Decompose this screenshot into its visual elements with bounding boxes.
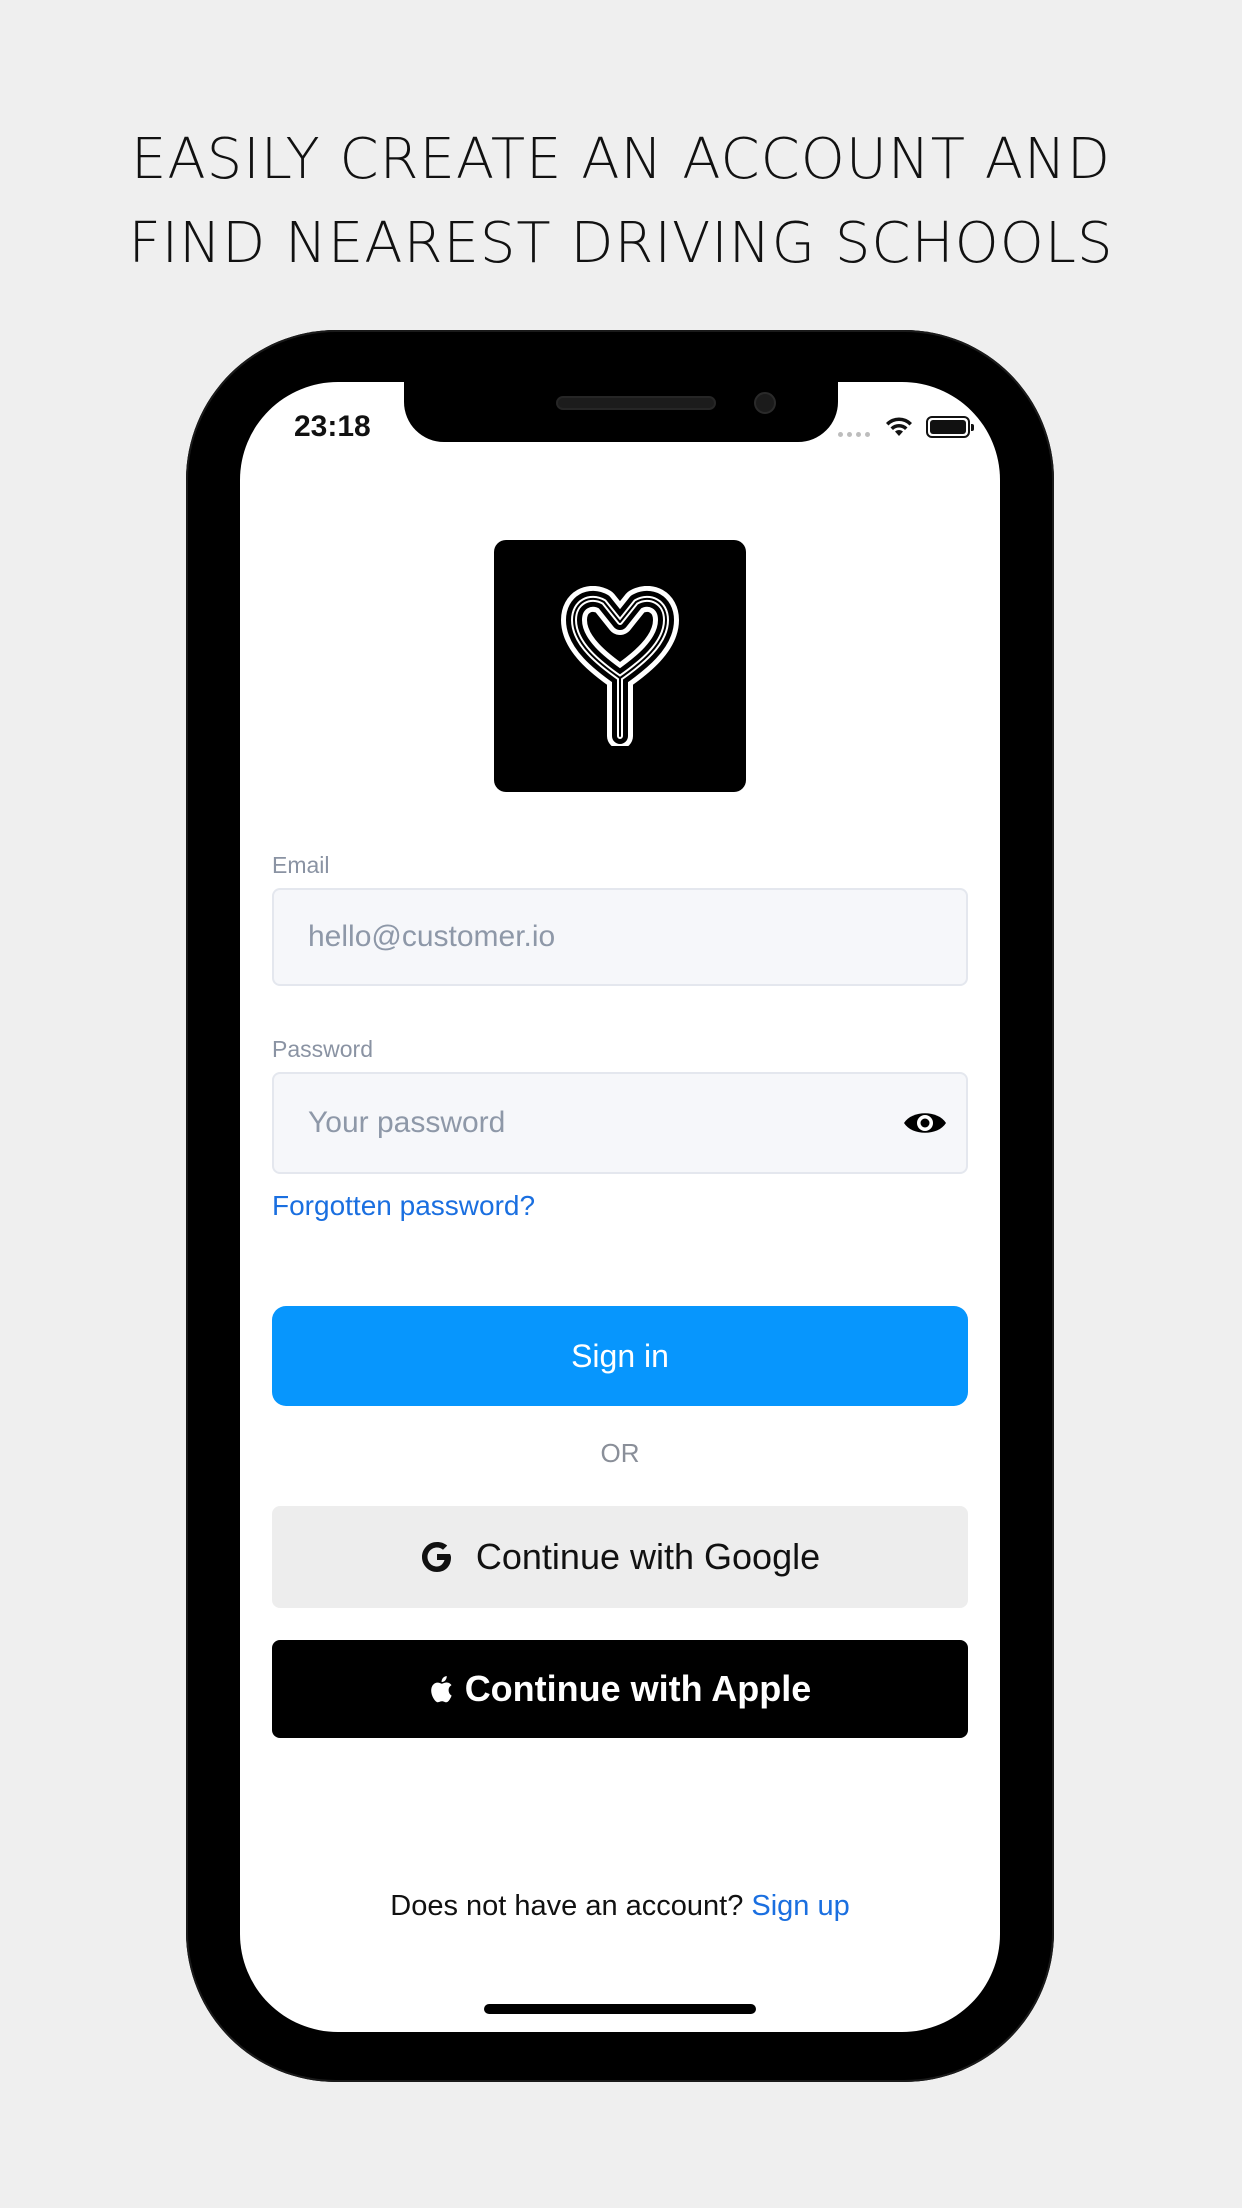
battery-icon: [926, 416, 974, 438]
cellular-signal-icon: [838, 417, 870, 437]
phone-notch: [404, 382, 838, 442]
forgot-password-link[interactable]: Forgotten password?: [272, 1190, 535, 1222]
speaker-grille: [556, 396, 716, 410]
headline-line-2: FIND NEAREST DRIVING SCHOOLS: [128, 211, 1114, 276]
password-placeholder: Your password: [308, 1106, 506, 1139]
eye-icon[interactable]: [902, 1108, 948, 1138]
email-placeholder: hello@customer.io: [308, 920, 556, 953]
apple-signin-button[interactable]: Continue with Apple: [272, 1640, 968, 1738]
google-signin-button[interactable]: Continue with Google: [272, 1506, 968, 1608]
wifi-icon: [886, 417, 912, 436]
headline-line-1: EASILY CREATE AN ACCOUNT AND: [130, 127, 1112, 192]
sign-up-link[interactable]: Sign up: [751, 1890, 849, 1922]
sign-in-button[interactable]: Sign in: [272, 1306, 968, 1406]
signup-prompt: Does not have an account? Sign up: [240, 1890, 1000, 1923]
signup-prompt-text: Does not have an account?: [390, 1890, 744, 1922]
password-label: Password: [272, 1036, 373, 1062]
sign-in-label: Sign in: [571, 1337, 669, 1374]
password-field[interactable]: Your password: [272, 1072, 968, 1174]
phone-screen: 23:18 Email hello@customer.io Password Y…: [240, 382, 1000, 2032]
google-icon: [421, 1542, 451, 1572]
phone-frame: 23:18 Email hello@customer.io Password Y…: [186, 330, 1054, 2082]
google-button-label: Continue with Google: [475, 1536, 821, 1577]
status-time: 23:18: [294, 410, 371, 443]
apple-icon: [430, 1676, 452, 1703]
status-indicators: [838, 412, 974, 442]
email-field[interactable]: hello@customer.io: [272, 888, 968, 986]
app-logo: [494, 540, 746, 792]
home-indicator: [484, 2004, 756, 2014]
front-camera: [754, 392, 776, 414]
y-logo-icon: [561, 586, 679, 746]
email-label: Email: [272, 852, 330, 878]
or-divider: OR: [600, 1438, 640, 1468]
apple-button-label: Continue with Apple: [464, 1668, 812, 1709]
marketing-headline: EASILY CREATE AN ACCOUNT AND FIND NEARES…: [0, 118, 1242, 286]
